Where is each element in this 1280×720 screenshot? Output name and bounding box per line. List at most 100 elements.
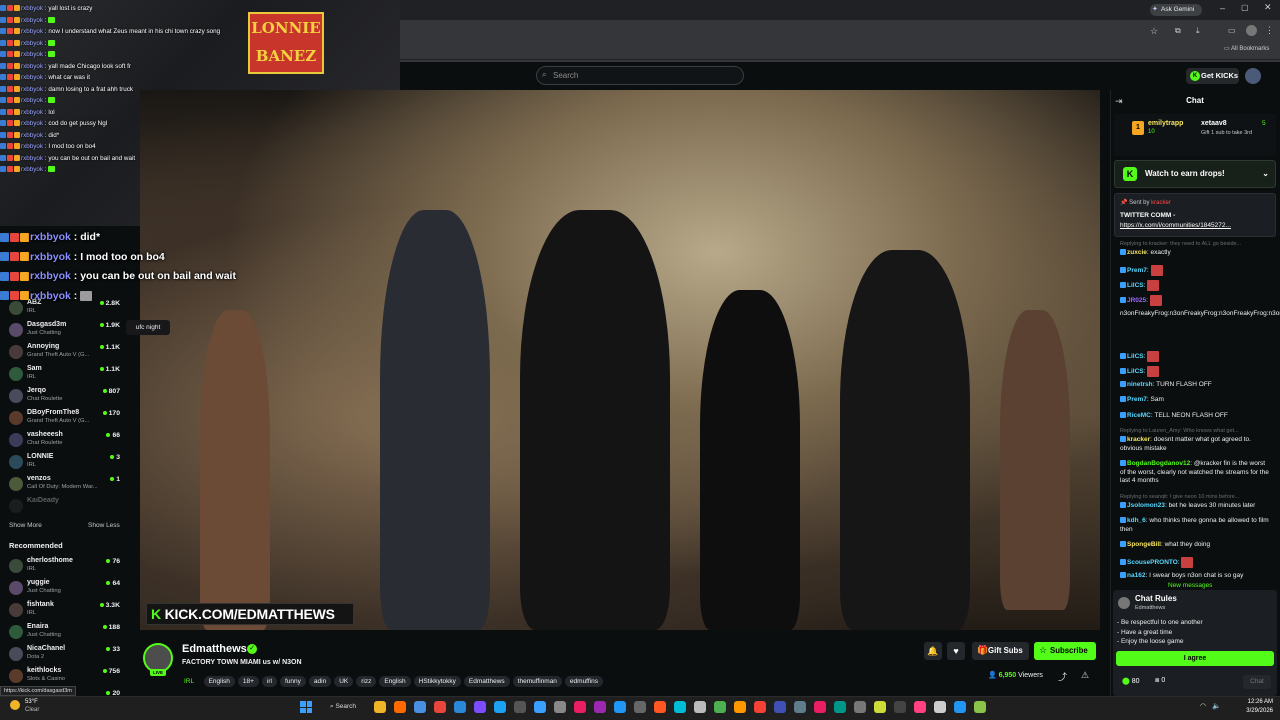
follow-heart-icon[interactable]: ♥ — [947, 642, 965, 660]
twitter-icon[interactable] — [494, 701, 506, 713]
xbox-icon[interactable] — [854, 701, 866, 713]
chat-username[interactable]: LilCS — [1127, 353, 1144, 360]
channel-item[interactable]: Sam IRL 1.1K — [0, 363, 126, 385]
file-icon[interactable] — [934, 701, 946, 713]
channel-item[interactable]: NicaChanel Dota 2 33 — [0, 643, 126, 665]
channel-item[interactable]: fishtank IRL 3.3K — [0, 599, 126, 621]
channel-item[interactable]: keithlocks Slots & Casino 756 — [0, 665, 126, 687]
chat-username[interactable]: Jsolomon23 — [1127, 502, 1165, 509]
stream-tag[interactable]: UK — [334, 676, 354, 687]
brave-icon[interactable] — [394, 701, 406, 713]
wifi-icon[interactable]: ◠ — [1200, 702, 1206, 710]
volume-icon[interactable]: 🔈 — [1212, 702, 1221, 710]
minimize-icon[interactable]: – — [1220, 3, 1225, 13]
chat-username[interactable]: RiceMC — [1127, 412, 1151, 419]
app-icon[interactable] — [834, 701, 846, 713]
download-icon[interactable]: ⤓ — [1196, 26, 1200, 36]
app-icon[interactable] — [794, 701, 806, 713]
after-effects-icon[interactable] — [694, 701, 706, 713]
report-icon[interactable]: ⚠ — [1081, 670, 1089, 681]
channel-item[interactable]: Jerqo Chat Roulette 807 — [0, 385, 126, 407]
stream-tag[interactable]: rizz — [356, 676, 377, 687]
chrome-icon[interactable] — [534, 701, 546, 713]
chat-username[interactable]: BogdanBogdanov12 — [1127, 460, 1190, 467]
chat-username[interactable]: zuxcie — [1127, 249, 1147, 256]
mail-icon[interactable] — [414, 701, 426, 713]
app-icon[interactable] — [614, 701, 626, 713]
show-more-button[interactable]: Show More — [9, 522, 42, 529]
stream-tag[interactable]: adin — [308, 676, 332, 687]
channel-item[interactable]: LONNIE IRL 3 — [0, 451, 126, 473]
music-icon[interactable] — [434, 701, 446, 713]
photoshop-icon[interactable] — [674, 701, 686, 713]
chat-username[interactable]: ScousePRONTO — [1127, 559, 1178, 566]
channel-item[interactable]: venzos Call Of Duty: Modern War... 1 — [0, 473, 126, 495]
notification-bell-icon[interactable]: 🔔 — [924, 642, 942, 660]
stream-tag[interactable]: irl — [261, 676, 277, 687]
stream-tag[interactable]: edmuffins — [564, 676, 603, 687]
channel-item[interactable]: KaiDeady — [0, 495, 126, 517]
app-icon[interactable] — [774, 701, 786, 713]
taskbar-search[interactable]: ⌕ Search — [322, 700, 364, 714]
windows-start-icon[interactable] — [300, 701, 312, 713]
share-icon[interactable]: ⤴ — [1058, 670, 1067, 683]
app-icon[interactable] — [914, 701, 926, 713]
chrome-icon[interactable] — [974, 701, 986, 713]
pinned-user[interactable]: kracker — [1151, 200, 1171, 206]
show-less-button[interactable]: Show Less — [88, 522, 120, 529]
profile-avatar[interactable] — [1246, 25, 1257, 36]
channel-item[interactable]: yuggie Just Chatting 64 — [0, 577, 126, 599]
app-icon[interactable] — [874, 701, 886, 713]
kicks-balance[interactable]: ⬤ 80 — [1122, 677, 1140, 685]
pinned-message[interactable]: 📌 Sent by kracker TWITTER COMM - https:/… — [1114, 193, 1276, 237]
chat-username[interactable]: LilCS — [1127, 282, 1144, 289]
close-icon[interactable]: ✕ — [1264, 2, 1272, 13]
lightroom-icon[interactable] — [654, 701, 666, 713]
steam-icon[interactable] — [454, 701, 466, 713]
chat-username[interactable]: Prem7 — [1127, 267, 1147, 274]
pinned-link[interactable]: https://x.com/i/communities/1845272... — [1120, 222, 1231, 229]
maximize-icon[interactable]: ▢ — [1241, 3, 1249, 12]
category-link[interactable]: IRL — [182, 676, 196, 687]
channel-item[interactable]: DBoyFromThe8 Grand Theft Auto V (G... 170 — [0, 407, 126, 429]
chat-username[interactable]: kdh_6 — [1127, 517, 1146, 524]
file-explorer-icon[interactable] — [374, 701, 386, 713]
video-player[interactable] — [140, 90, 1100, 630]
chat-username[interactable]: JR025 — [1127, 297, 1146, 304]
discord-icon[interactable] — [474, 701, 486, 713]
streamer-name[interactable]: Edmatthews — [182, 643, 247, 655]
stream-tag[interactable]: English — [379, 676, 411, 687]
app-icon[interactable] — [514, 701, 526, 713]
stream-tag[interactable]: Edmatthews — [463, 676, 510, 687]
tiktok-icon[interactable] — [814, 701, 826, 713]
channel-item[interactable]: cherlosthome IRL 76 — [0, 555, 126, 577]
app-icon[interactable] — [734, 701, 746, 713]
drops-banner[interactable]: K Watch to earn drops! ⌄ — [1114, 160, 1276, 188]
app-icon[interactable] — [554, 701, 566, 713]
extensions-icon[interactable]: ⧉ — [1175, 26, 1181, 36]
stream-tag[interactable]: 18+ — [237, 676, 259, 687]
sidepanel-icon[interactable]: ▭ — [1228, 26, 1236, 35]
gift-target[interactable]: xetaav8 — [1201, 120, 1227, 127]
app-icon[interactable] — [894, 701, 906, 713]
app-icon[interactable] — [574, 701, 586, 713]
channel-item[interactable]: Annoying Grand Theft Auto V (G... 1.1K — [0, 341, 126, 363]
chat-username[interactable]: kracker — [1127, 436, 1150, 443]
app-icon[interactable] — [714, 701, 726, 713]
user-avatar[interactable] — [1245, 68, 1261, 84]
chat-send-button[interactable]: Chat — [1243, 675, 1271, 689]
stream-tag[interactable]: HStikkytokky — [413, 676, 461, 687]
new-messages-indicator[interactable]: New messages — [1168, 582, 1212, 589]
obs-icon[interactable] — [754, 701, 766, 713]
app-icon[interactable] — [634, 701, 646, 713]
app-icon[interactable] — [594, 701, 606, 713]
chat-username[interactable]: ninetrsh — [1127, 381, 1153, 388]
channel-item[interactable]: vasheeesh Chat Roulette 66 — [0, 429, 126, 451]
browser-menu-icon[interactable]: ⋮ — [1265, 25, 1274, 36]
chat-username[interactable]: SpongeBill — [1127, 541, 1161, 548]
chat-username[interactable]: LilCS — [1127, 368, 1144, 375]
all-bookmarks[interactable]: ▭ All Bookmarks — [1224, 45, 1269, 52]
stream-tag[interactable]: funny — [280, 676, 306, 687]
stream-tag[interactable]: themuffinman — [512, 676, 562, 687]
channel-item[interactable]: Enaira Just Chatting 188 — [0, 621, 126, 643]
